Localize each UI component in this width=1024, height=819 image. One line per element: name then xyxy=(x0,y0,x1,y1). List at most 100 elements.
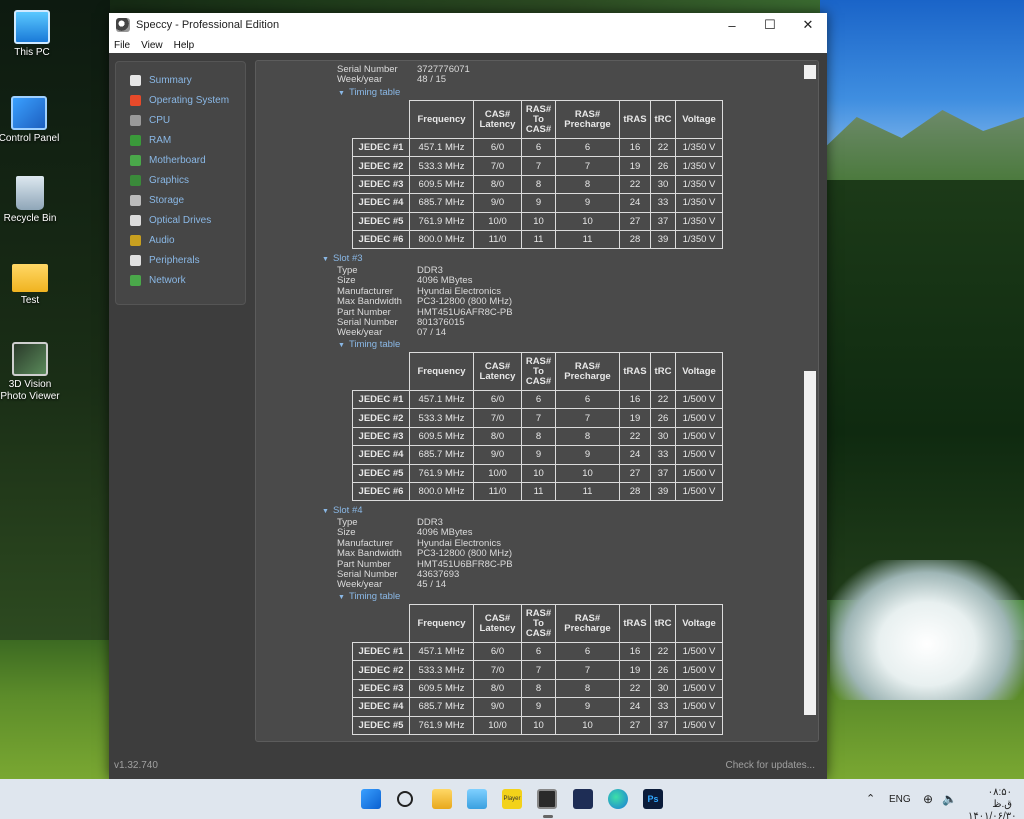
table-row: JEDEC #5 761.9 MHz 10/0 10 10 27 37 1/350 V xyxy=(352,211,723,231)
clock[interactable]: ۰۸:۵۰ ق.ظ ۱۴۰۱/۰۶/۳۰ xyxy=(968,787,1017,819)
maximize-button[interactable]: ☐ xyxy=(751,13,789,37)
row-header: JEDEC #5 xyxy=(352,211,410,231)
table-cell: 8 xyxy=(521,426,556,447)
desktop-icon-this-pc[interactable]: This PC xyxy=(0,10,64,59)
window-title: Speccy - Professional Edition xyxy=(136,19,280,31)
app-icon[interactable] xyxy=(467,789,487,809)
time-text: ۰۸:۵۰ ق.ظ xyxy=(987,787,1012,810)
language-indicator[interactable]: ENG xyxy=(889,794,911,805)
title-bar[interactable]: Speccy - Professional Edition – ☐ ✕ xyxy=(109,13,827,37)
table-cell: 8/0 xyxy=(473,426,522,447)
table-cell: 8/0 xyxy=(473,174,522,195)
table-cell: 7/0 xyxy=(473,408,522,428)
menu-help[interactable]: Help xyxy=(174,40,195,51)
table-cell: 10 xyxy=(555,211,620,231)
graphics-icon xyxy=(130,174,141,186)
row-header: JEDEC #6 xyxy=(352,229,410,250)
row-header: JEDEC #1 xyxy=(352,641,410,662)
table-row: JEDEC #3 609.5 MHz 8/0 8 8 22 30 1/350 V xyxy=(352,174,723,195)
property-list: Serial Number 3727776071 Week/year 48 / 15 xyxy=(337,64,470,86)
column-header: RAS# To CAS# xyxy=(521,100,556,139)
slot-3-toggle[interactable]: ▼ Slot #3 xyxy=(322,253,363,264)
table-cell: 6/0 xyxy=(473,389,522,410)
table-header-row: Frequency CAS# Latency RAS# To CAS# RAS# Pr… xyxy=(352,352,723,391)
minimize-button[interactable]: – xyxy=(713,13,751,37)
timing-table-toggle[interactable]: ▼ Timing table xyxy=(338,87,400,98)
sidebar-item-label: Storage xyxy=(149,194,185,206)
start-icon[interactable] xyxy=(361,789,381,809)
column-header: RAS# To CAS# xyxy=(521,352,556,391)
sidebar-item-optical-drives[interactable]: Optical Drives xyxy=(116,210,245,230)
table-row: JEDEC #4 685.7 MHz 9/0 9 9 24 33 1/350 V xyxy=(352,193,723,213)
property-list: Type DDR3 Size 4096 MBytes Manufacturer Hyund… xyxy=(337,265,513,339)
timing-table-toggle-text: Timing table xyxy=(348,339,401,350)
sidebar-item-operating-system[interactable]: Operating System xyxy=(116,90,245,110)
network-icon[interactable]: ⊕ xyxy=(923,792,933,806)
row-header: JEDEC #2 xyxy=(352,660,410,680)
row-header: JEDEC #3 xyxy=(352,174,410,195)
file-explorer-icon[interactable] xyxy=(432,789,452,809)
wallpaper-forest xyxy=(820,180,1024,600)
close-button[interactable]: ✕ xyxy=(789,13,827,37)
app-icon[interactable] xyxy=(573,789,593,809)
row-header: JEDEC #1 xyxy=(352,389,410,410)
desktop-icon-3d-vision[interactable]: 3D Vision Photo Viewer xyxy=(0,342,62,403)
player-icon[interactable]: Player xyxy=(502,789,522,809)
sidebar-item-summary[interactable]: Summary xyxy=(116,70,245,90)
sidebar-item-cpu[interactable]: CPU xyxy=(116,110,245,130)
desktop-icon-test[interactable]: Test xyxy=(0,258,62,307)
sidebar-item-audio[interactable]: Audio xyxy=(116,230,245,250)
column-header: Frequency xyxy=(409,352,474,391)
desktop-icon-control-panel[interactable]: Control Panel xyxy=(0,96,61,145)
sidebar-item-network[interactable]: Network xyxy=(116,270,245,290)
sidebar-item-graphics[interactable]: Graphics xyxy=(116,170,245,190)
sidebar-item-storage[interactable]: Storage xyxy=(116,190,245,210)
table-cell: 1/500 V xyxy=(675,678,723,699)
edge-icon[interactable] xyxy=(608,789,628,809)
table-cell: 33 xyxy=(650,697,676,717)
scroll-up-arrow[interactable] xyxy=(804,65,816,79)
menu-file[interactable]: File xyxy=(114,40,130,51)
vertical-scrollbar[interactable] xyxy=(802,61,818,741)
column-header: tRAS xyxy=(619,352,651,391)
sidebar-item-motherboard[interactable]: Motherboard xyxy=(116,150,245,170)
photoshop-icon[interactable]: Ps xyxy=(643,789,663,809)
table-cell: 39 xyxy=(650,481,676,502)
chevron-up-icon[interactable]: ⌃ xyxy=(866,792,875,805)
3d-vision-icon xyxy=(12,342,48,376)
table-cell: 7 xyxy=(521,660,556,680)
table-cell: 26 xyxy=(650,156,676,176)
timing-table-toggle[interactable]: ▼ Timing table xyxy=(338,591,400,602)
column-header: Frequency xyxy=(409,604,474,643)
slot-4-toggle[interactable]: ▼ Slot #4 xyxy=(322,505,363,516)
search-icon[interactable] xyxy=(397,791,413,807)
column-header: Voltage xyxy=(675,100,723,139)
sidebar-item-peripherals[interactable]: Peripherals xyxy=(116,250,245,270)
desktop-icon-recycle-bin[interactable]: Recycle Bin xyxy=(0,176,62,225)
slot-4-toggle-text: Slot #4 xyxy=(332,505,363,516)
table-cell: 10/0 xyxy=(473,715,522,735)
row-header: JEDEC #6 xyxy=(352,481,410,502)
sidebar-item-ram[interactable]: RAM xyxy=(116,130,245,150)
table-cell: 10 xyxy=(555,715,620,735)
column-header: CAS# Latency xyxy=(473,100,522,139)
table-cell: 30 xyxy=(650,426,676,447)
table-cell: 7 xyxy=(555,408,620,428)
check-updates-link[interactable]: Check for updates... xyxy=(726,760,816,771)
volume-icon[interactable]: 🔈 xyxy=(942,792,957,806)
menu-bar: File View Help xyxy=(109,37,827,53)
table-cell: 10/0 xyxy=(473,463,522,483)
timing-table-toggle-text: Timing table xyxy=(348,591,401,602)
column-header: Voltage xyxy=(675,352,723,391)
version-label: v1.32.740 xyxy=(114,760,158,771)
row-header: JEDEC #4 xyxy=(352,193,410,213)
timing-table-toggle[interactable]: ▼ Timing table xyxy=(338,339,400,350)
motherboard-icon xyxy=(130,154,141,166)
column-header: tRAS xyxy=(619,100,651,139)
table-cell: 24 xyxy=(619,445,651,465)
menu-view[interactable]: View xyxy=(141,40,163,51)
property-key: Week/year xyxy=(337,579,383,591)
scroll-thumb[interactable] xyxy=(804,371,816,715)
speccy-taskbar-icon[interactable] xyxy=(537,789,557,809)
table-cell: 19 xyxy=(619,408,651,428)
